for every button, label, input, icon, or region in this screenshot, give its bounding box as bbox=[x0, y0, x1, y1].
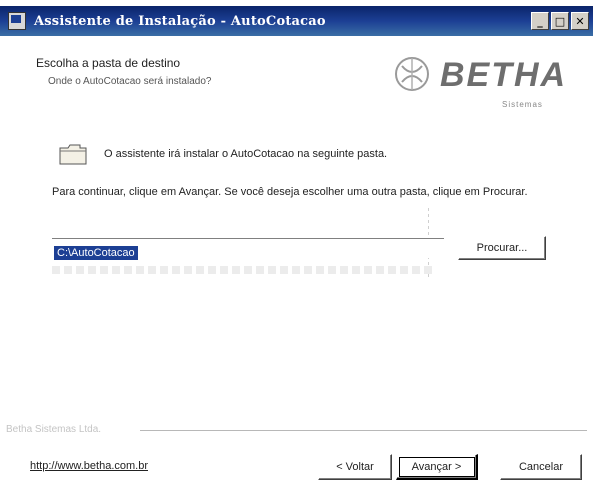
folder-icon bbox=[59, 144, 87, 165]
wizard-footer: http://www.betha.com.br < Voltar Avançar… bbox=[0, 446, 593, 490]
logo-text: BETHA bbox=[440, 56, 568, 94]
page-title: Escolha a pasta de destino bbox=[36, 56, 181, 70]
betha-logo-mark-icon bbox=[395, 57, 429, 91]
window-title: Assistente de Instalação - AutoCotacao bbox=[34, 13, 326, 29]
wizard-content: O assistente irá instalar o AutoCotacao … bbox=[0, 116, 593, 416]
install-path-input[interactable]: C:\AutoCotacao bbox=[52, 238, 444, 260]
minimize-button[interactable]: _ bbox=[531, 12, 549, 30]
faded-text-line bbox=[52, 266, 432, 274]
separator-label: Betha Sistemas Ltda. bbox=[6, 424, 102, 435]
installer-app-icon bbox=[8, 12, 26, 30]
folder-message-row: O assistente irá instalar o AutoCotacao … bbox=[58, 142, 387, 166]
back-button[interactable]: < Voltar bbox=[318, 454, 392, 480]
footer-separator: Betha Sistemas Ltda. bbox=[0, 424, 593, 436]
browse-button[interactable]: Procurar... bbox=[458, 236, 546, 260]
close-button[interactable]: ✕ bbox=[571, 12, 589, 30]
folder-message: O assistente irá instalar o AutoCotacao … bbox=[104, 148, 388, 160]
page-subtitle: Onde o AutoCotacao será instalado? bbox=[48, 76, 212, 87]
next-button[interactable]: Avançar > bbox=[396, 454, 478, 480]
logo-subtext: Sistemas bbox=[502, 100, 543, 109]
cancel-button[interactable]: Cancelar bbox=[500, 454, 582, 480]
separator-line bbox=[140, 430, 587, 432]
window-controls: _ □ ✕ bbox=[531, 12, 589, 30]
install-path-value: C:\AutoCotacao bbox=[54, 246, 138, 260]
betha-website-link[interactable]: http://www.betha.com.br bbox=[30, 460, 148, 472]
maximize-button[interactable]: □ bbox=[551, 12, 569, 30]
betha-logo: BETHA Sistemas bbox=[388, 50, 588, 114]
wizard-header: Escolha a pasta de destino Onde o AutoCo… bbox=[0, 36, 593, 116]
title-bar[interactable]: Assistente de Instalação - AutoCotacao _… bbox=[0, 6, 593, 36]
installer-window: Assistente de Instalação - AutoCotacao _… bbox=[0, 6, 593, 490]
instruction-text: Para continuar, clique em Avançar. Se vo… bbox=[52, 186, 528, 198]
